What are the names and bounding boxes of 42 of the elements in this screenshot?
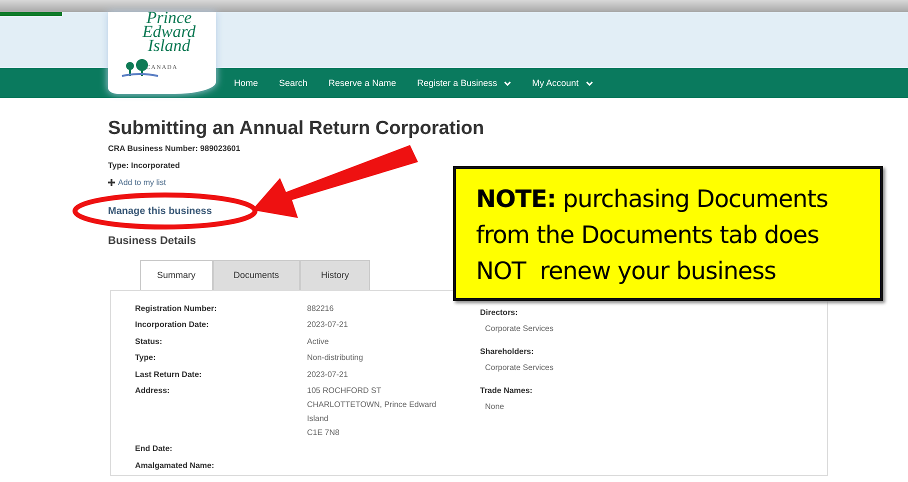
field-value: None	[485, 401, 506, 412]
add-to-list-link[interactable]: Add to my list	[108, 178, 166, 187]
business-type: Type: Incorporated	[108, 161, 180, 170]
caret-icon	[586, 80, 593, 86]
nav-link[interactable]: Search	[279, 78, 308, 88]
plus-icon	[108, 179, 115, 186]
field-label: Directors:	[480, 307, 519, 319]
field-value: 882216	[307, 303, 335, 315]
nav-link[interactable]: Reserve a Name	[328, 78, 396, 88]
logo-text: Prince Edward Island	[141, 11, 197, 53]
note-callout: NOTE: purchasing Documents from the Documents tab does NOT renew your business	[453, 166, 883, 301]
field-label: Status:	[135, 336, 164, 348]
field-value: CHARLOTTETOWN, Prince Edward	[307, 398, 438, 411]
field-label: Type:	[135, 352, 157, 364]
page-title: Submitting an Annual Return Corporation	[108, 118, 486, 140]
section-heading: Business Details	[108, 235, 196, 247]
tab[interactable]: Documents	[212, 260, 300, 290]
tab[interactable]: History	[300, 260, 370, 290]
cra-number: CRA Business Number: 989023601	[108, 144, 240, 153]
field-value: C1E 7N8	[307, 426, 340, 439]
nav-link[interactable]: My Account	[532, 78, 593, 88]
nav-link[interactable]: Home	[234, 78, 258, 88]
field-label: Trade Names:	[480, 385, 534, 397]
field-value: 2023-07-21	[307, 368, 349, 381]
field-label: Amalgamated Name:	[135, 460, 216, 472]
field-label: Registration Number:	[135, 303, 218, 315]
field-label: Address:	[135, 384, 171, 397]
caret-icon	[504, 80, 512, 86]
tab[interactable]: Summary	[140, 260, 213, 290]
field-value: Non-distributing	[307, 352, 364, 364]
field-value: 105 ROCHFORD ST	[307, 384, 382, 397]
field-value: Active	[307, 336, 330, 348]
field-value: Corporate Services	[485, 362, 554, 373]
field-value: 2023-07-21	[307, 319, 349, 332]
nav-link[interactable]: Register a Business	[417, 78, 512, 88]
field-value: Corporate Services	[485, 323, 554, 334]
field-label: End Date:	[135, 443, 174, 456]
field-label: Last Return Date:	[135, 368, 203, 381]
field-label: Incorporation Date:	[135, 319, 210, 332]
field-value: Island	[307, 412, 330, 425]
manage-business-link[interactable]: Manage this business	[108, 206, 212, 217]
field-label: Shareholders:	[480, 346, 535, 358]
